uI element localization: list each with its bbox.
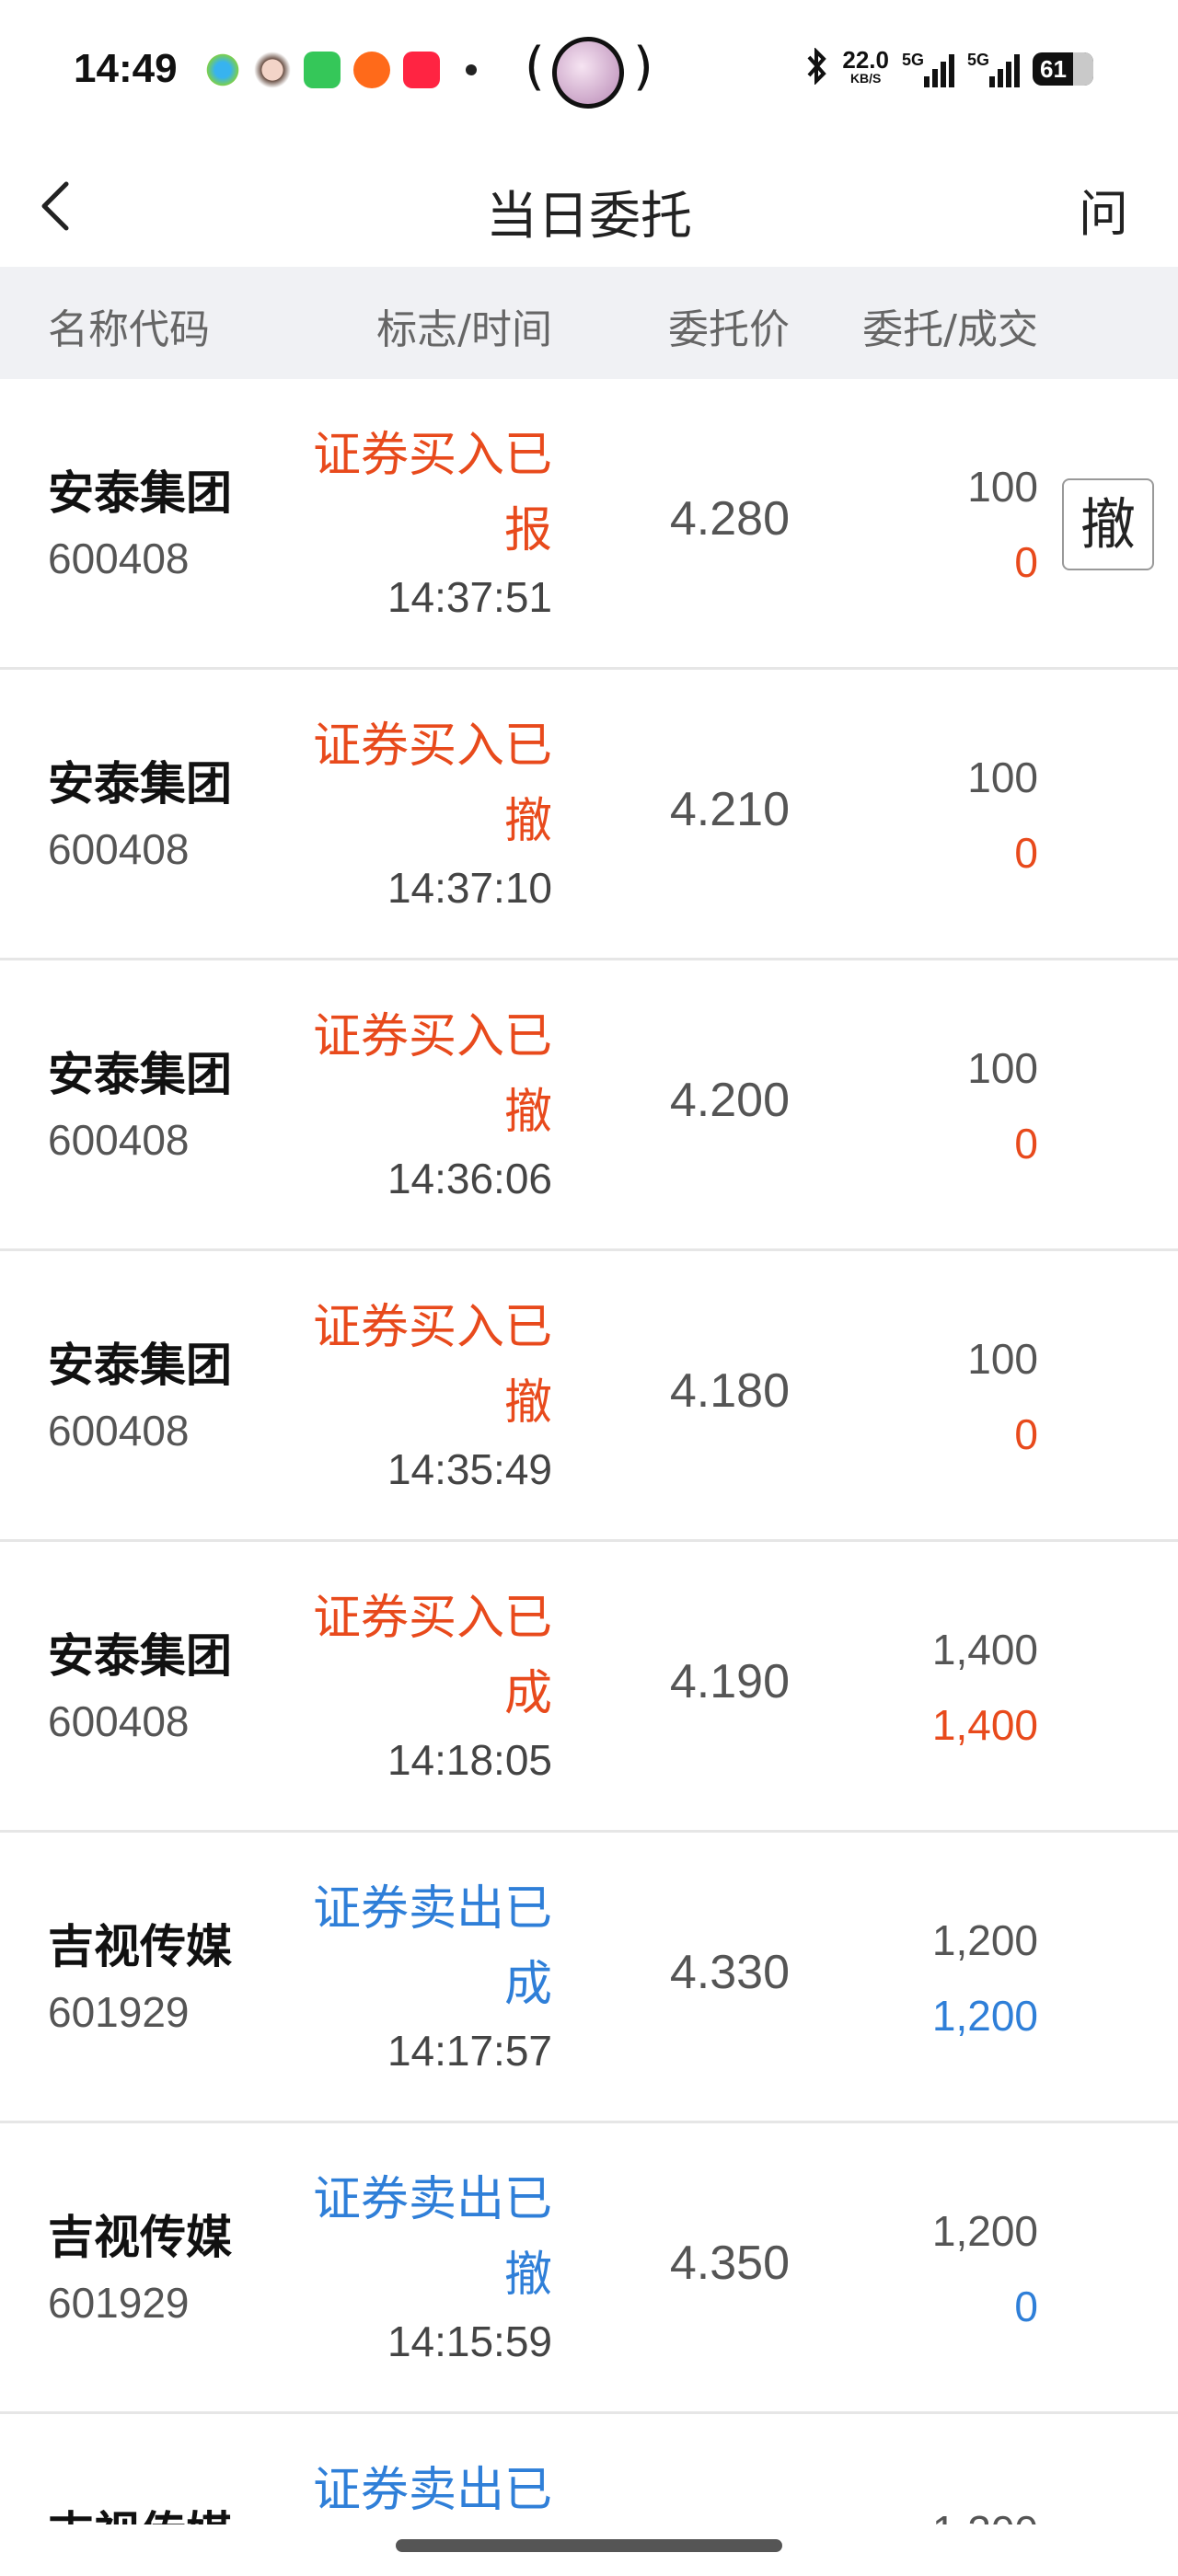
status-avatar: ( ) (525, 37, 653, 110)
order-status-suffix: 撤 (503, 1085, 552, 1140)
column-header-price: 委托价 (668, 306, 790, 353)
order-status: 证券卖出已 (312, 2463, 552, 2518)
order-quantity: 100 (967, 463, 1038, 511)
home-indicator[interactable] (396, 2539, 782, 2552)
table-row[interactable]: 吉视传媒 601929 证券卖出已 撤 14:15:59 4.350 1,200… (0, 2123, 1178, 2414)
signal-5g-label: 5G (901, 50, 924, 69)
filled-quantity: 0 (1014, 538, 1038, 586)
order-status: 证券买入已 (312, 1591, 552, 1646)
avatar (552, 37, 624, 109)
battery-level: 61 (1040, 54, 1067, 83)
order-time: 14:37:10 (387, 864, 552, 912)
xiaohongshu-app-icon (403, 52, 440, 88)
order-status: 证券买入已 (312, 719, 552, 774)
stock-code: 600408 (48, 1116, 190, 1164)
order-time: 14:35:49 (387, 1445, 552, 1493)
nav-bar: 当日委托 问 (0, 147, 1178, 267)
order-quantity: 100 (967, 753, 1038, 801)
order-quantity: 100 (967, 1335, 1038, 1383)
order-status-suffix: 报 (503, 503, 552, 558)
order-quantity: 100 (967, 1044, 1038, 1092)
order-price: 4.330 (669, 1946, 790, 1999)
table-row[interactable]: 吉视传媒 证券卖出已 1,200 (0, 2414, 1178, 2524)
order-price: 4.180 (669, 1364, 790, 1418)
order-status-suffix: 成 (503, 1666, 552, 1721)
stock-name: 吉视传媒 (48, 2211, 232, 2264)
table-row[interactable]: 安泰集团 600408 证券买入已 报 14:37:51 4.280 100 0… (0, 379, 1178, 670)
network-speed: 22.0 KB/S (842, 45, 889, 87)
signal-5g-label: 5G (966, 50, 989, 69)
stock-code: 600408 (48, 825, 190, 873)
table-row[interactable]: 安泰集团 600408 证券买入已 撤 14:37:10 4.210 100 0 (0, 670, 1178, 960)
stock-code: 600408 (48, 1407, 190, 1455)
filled-quantity: 1,200 (931, 1992, 1038, 2040)
mobile-network-icon (204, 52, 241, 88)
order-status-suffix: 成 (503, 1957, 552, 2012)
filled-quantity: 1,400 (931, 1701, 1038, 1749)
table-row[interactable]: 安泰集团 600408 证券买入已 撤 14:36:06 4.200 100 0 (0, 960, 1178, 1251)
taobao-app-icon (353, 52, 390, 88)
stock-name: 安泰集团 (48, 1048, 232, 1101)
stock-name: 吉视传媒 (48, 2497, 232, 2524)
order-time: 14:18:05 (387, 1736, 552, 1784)
order-time: 14:37:51 (387, 573, 552, 621)
stock-code: 601929 (48, 1988, 190, 2036)
order-status: 证券卖出已 (312, 2172, 552, 2227)
stock-name: 安泰集团 (48, 1339, 232, 1392)
status-time: 14:49 (74, 46, 178, 91)
network-speed-value: 22.0 (842, 45, 889, 74)
table-row[interactable]: 吉视传媒 601929 证券卖出已 成 14:17:57 4.330 1,200… (0, 1833, 1178, 2123)
order-quantity: 1,200 (932, 2506, 1038, 2524)
column-header-name: 名称代码 (48, 306, 210, 353)
order-status: 证券买入已 (312, 1300, 552, 1355)
order-status-suffix: 撤 (503, 1375, 552, 1431)
status-right-icons: 22.0 KB/S 5G 5G 61 (805, 45, 1093, 89)
table-row[interactable]: 安泰集团 600408 证券买入已 成 14:18:05 4.190 1,400… (0, 1542, 1178, 1833)
stock-code: 601929 (48, 2279, 190, 2327)
signal-strength-icon: 5G (967, 51, 1020, 87)
order-time: 14:15:59 (387, 2317, 552, 2365)
filled-quantity: 0 (1014, 2283, 1038, 2330)
order-price: 4.210 (669, 783, 790, 836)
stock-name: 安泰集团 (48, 757, 232, 811)
order-price: 4.350 (669, 2237, 790, 2290)
order-status: 证券买入已 (312, 1009, 552, 1064)
cancel-order-button[interactable]: 撤 (1062, 478, 1154, 570)
stock-name: 安泰集团 (48, 1629, 232, 1683)
stock-name: 安泰集团 (48, 466, 232, 520)
order-quantity: 1,200 (931, 2207, 1038, 2255)
order-price: 4.190 (669, 1655, 790, 1708)
order-status: 证券卖出已 (312, 1881, 552, 1937)
order-time: 14:17:57 (387, 2027, 552, 2075)
signal-strength-icon: 5G (902, 51, 954, 87)
messages-app-icon (304, 52, 341, 88)
status-bar: 14:49 ( ) 22.0 KB/S 5G 5G 61 (0, 0, 1178, 147)
order-status-suffix: 撤 (503, 794, 552, 849)
table-header: 名称代码 标志/时间 委托价 委托/成交 (0, 267, 1178, 379)
stock-code: 600408 (48, 1697, 190, 1745)
notification-icons (204, 52, 477, 88)
table-row[interactable]: 安泰集团 600408 证券买入已 撤 14:35:49 4.180 100 0 (0, 1251, 1178, 1542)
order-time: 14:36:06 (387, 1155, 552, 1202)
order-price: 4.200 (669, 1074, 790, 1127)
order-status: 证券买入已 (312, 428, 552, 483)
order-quantity: 1,400 (931, 1626, 1038, 1673)
bluetooth-icon (805, 47, 829, 89)
column-header-flag: 标志/时间 (376, 306, 552, 353)
profile-app-icon (254, 52, 291, 88)
order-quantity: 1,200 (931, 1916, 1038, 1964)
page-title: 当日委托 (486, 187, 692, 247)
filled-quantity: 0 (1014, 1410, 1038, 1458)
filled-quantity: 0 (1014, 1120, 1038, 1167)
order-status-suffix: 撤 (503, 2248, 552, 2303)
order-price: 4.280 (669, 492, 790, 546)
order-list: 安泰集团 600408 证券买入已 报 14:37:51 4.280 100 0… (0, 379, 1178, 2524)
column-header-qty: 委托/成交 (862, 306, 1038, 353)
help-button[interactable]: 问 (1079, 173, 1128, 246)
battery-icon: 61 (1033, 52, 1093, 86)
stock-code: 600408 (48, 535, 190, 582)
filled-quantity: 0 (1014, 829, 1038, 877)
stock-name: 吉视传媒 (48, 1920, 232, 1973)
more-notifications-dot (466, 64, 477, 75)
